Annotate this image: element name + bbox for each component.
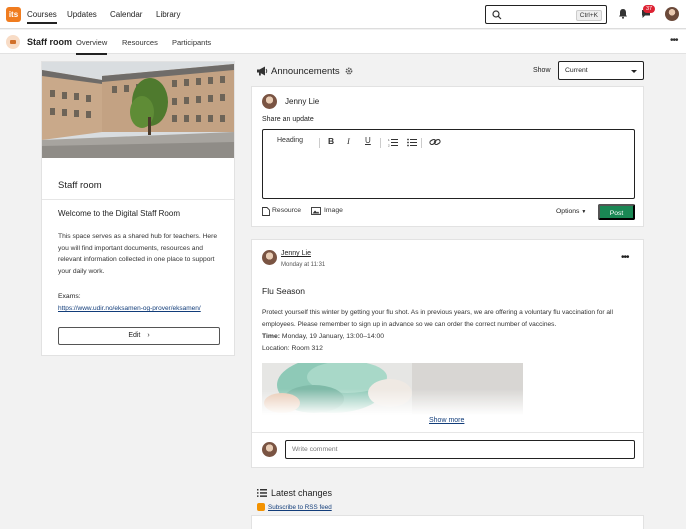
post-button[interactable]: Post xyxy=(598,204,635,220)
divider xyxy=(252,432,643,433)
rss-icon xyxy=(257,503,265,511)
post-location-line: Location: Room 312 xyxy=(262,345,323,352)
search-input[interactable]: Ctrl+K xyxy=(485,5,607,24)
announcement-post: Jenny Lie Monday at 11:31 ••• Flu Season… xyxy=(251,239,644,468)
post-body: Protect yourself this winter by getting … xyxy=(262,309,613,328)
options-label: Options xyxy=(556,208,580,215)
room-description: This space serves as a shared hub for te… xyxy=(58,233,218,275)
post-image xyxy=(262,363,523,415)
share-update-label: Share an update xyxy=(262,116,314,123)
its-logo[interactable]: its xyxy=(6,7,21,22)
show-filter-select[interactable]: Current xyxy=(558,61,644,80)
latest-changes-card xyxy=(251,515,644,529)
room-info-card: Staff room Welcome to the Digital Staff … xyxy=(41,61,235,356)
author-avatar xyxy=(262,250,277,265)
exams-label: Exams: xyxy=(58,293,81,300)
search-icon xyxy=(492,10,502,20)
comment-placeholder: Write comment xyxy=(292,446,338,453)
post-more-options-icon[interactable]: ••• xyxy=(621,252,629,263)
room-navigation: Staff room Overview Resources Participan… xyxy=(0,30,686,55)
composer-avatar xyxy=(262,94,277,109)
update-text-editor[interactable]: Heading B I U 12 xyxy=(262,129,635,199)
attach-resource-button[interactable]: Resource xyxy=(272,207,301,214)
post-author-link[interactable]: Jenny Lie xyxy=(281,250,311,257)
update-composer: Jenny Lie Share an update Heading B I U … xyxy=(251,86,644,227)
nav-courses[interactable]: Courses xyxy=(27,10,57,24)
latest-changes-title: Latest changes xyxy=(271,488,333,498)
comment-input[interactable]: Write comment xyxy=(285,440,635,459)
italic-icon[interactable]: I xyxy=(347,136,350,146)
search-shortcut-hint: Ctrl+K xyxy=(575,10,602,21)
nav-updates[interactable]: Updates xyxy=(67,10,97,19)
edit-label: Edit xyxy=(128,332,141,339)
megaphone-icon xyxy=(257,66,268,76)
tab-overview[interactable]: Overview xyxy=(76,38,108,55)
edit-button[interactable]: Edit › xyxy=(58,327,220,345)
exams-link[interactable]: https://www.udir.no/eksamen-og-prover/ek… xyxy=(58,305,201,312)
chevron-right-icon: › xyxy=(147,332,150,339)
location-label: Location: xyxy=(262,345,290,352)
settings-gear-icon[interactable] xyxy=(345,67,353,75)
toolbar-separator xyxy=(380,138,381,148)
welcome-heading: Welcome to the Digital Staff Room xyxy=(58,209,180,218)
link-icon[interactable] xyxy=(429,137,441,147)
commenter-avatar xyxy=(262,442,277,457)
options-dropdown[interactable]: Options ▼ xyxy=(556,208,586,215)
image-icon xyxy=(311,207,321,215)
document-icon xyxy=(262,207,270,216)
heading-dropdown[interactable]: Heading xyxy=(277,137,303,144)
show-filter-value: Current xyxy=(565,67,588,74)
tab-resources[interactable]: Resources xyxy=(122,38,158,47)
more-options-icon[interactable]: ••• xyxy=(670,35,678,46)
room-title: Staff room xyxy=(27,37,72,47)
nav-calendar[interactable]: Calendar xyxy=(110,10,142,19)
composer-user-name: Jenny Lie xyxy=(285,97,320,106)
post-time-line: Time: Monday, 19 January, 13:00–14:00 xyxy=(262,333,384,340)
rss-feed-link[interactable]: Subscribe to RSS feed xyxy=(268,504,332,511)
caret-down-icon xyxy=(631,70,637,73)
svg-text:2: 2 xyxy=(388,144,390,148)
divider xyxy=(42,199,234,200)
bold-icon[interactable]: B xyxy=(328,136,334,146)
underline-icon[interactable]: U xyxy=(365,136,371,145)
image-fade-overlay xyxy=(262,389,523,415)
post-title: Flu Season xyxy=(262,286,305,296)
attach-image-button[interactable]: Image xyxy=(324,207,343,214)
card-title: Staff room xyxy=(58,180,102,191)
toolbar-separator xyxy=(421,138,422,148)
staff-room-icon xyxy=(6,35,20,49)
top-navigation: its Courses Updates Calendar Library Ctr… xyxy=(0,0,686,29)
post-timestamp: Monday at 11:31 xyxy=(281,262,326,268)
nav-library[interactable]: Library xyxy=(156,10,180,19)
room-cover-image xyxy=(42,62,234,158)
time-label: Time: xyxy=(262,333,281,340)
bullet-list-icon[interactable] xyxy=(407,138,417,147)
tab-participants[interactable]: Participants xyxy=(172,38,211,47)
caret-down-icon: ▼ xyxy=(581,209,587,215)
time-value: Monday, 19 January, 13:00–14:00 xyxy=(281,333,385,340)
announcements-title: Announcements xyxy=(271,66,340,77)
list-icon xyxy=(257,489,267,497)
notification-badge: 37 xyxy=(643,5,655,13)
bell-icon[interactable] xyxy=(618,8,628,19)
toolbar-separator xyxy=(319,138,320,148)
numbered-list-icon[interactable]: 12 xyxy=(388,138,398,147)
svg-text:1: 1 xyxy=(388,138,390,142)
show-filter-label: Show xyxy=(533,67,551,74)
show-more-link[interactable]: Show more xyxy=(429,417,464,424)
location-value: Room 312 xyxy=(291,345,323,352)
user-avatar[interactable] xyxy=(665,7,679,21)
